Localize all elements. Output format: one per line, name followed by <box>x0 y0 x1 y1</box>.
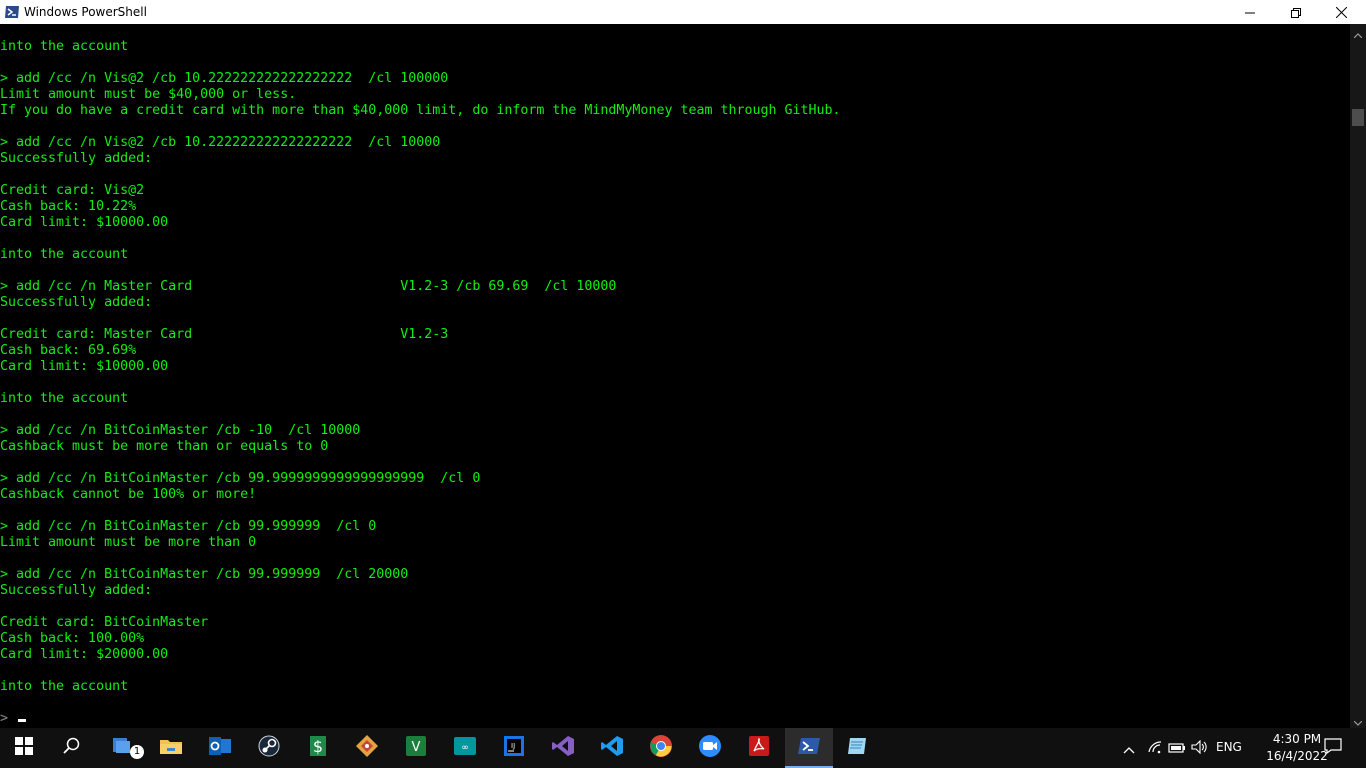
window-title: Windows PowerShell <box>24 5 147 19</box>
console-line: Credit card: Master Card V1.2-3 <box>0 327 449 342</box>
vscode-icon <box>600 734 624 762</box>
console-line: Limit amount must be $40,000 or less. <box>0 87 297 102</box>
console-line: > add /cc /n Vis@2 /cb 10.22222222222222… <box>0 135 441 150</box>
console-line: Card limit: $10000.00 <box>0 215 169 230</box>
chrome-button[interactable] <box>637 728 685 768</box>
steam-icon <box>258 735 280 761</box>
finance-app-button[interactable]: $ <box>294 728 342 768</box>
steam-button[interactable] <box>245 728 293 768</box>
vertical-scrollbar[interactable] <box>1350 24 1366 728</box>
console-line: Successfully added: <box>0 583 153 598</box>
wifi-icon <box>1147 739 1163 758</box>
console-line: > add /cc /n Vis@2 /cb 10.22222222222222… <box>0 71 449 86</box>
console-line: into the account <box>0 247 129 262</box>
notification-icon <box>1324 738 1342 758</box>
speaker-icon <box>1191 739 1209 758</box>
green-app-icon: V <box>405 735 427 761</box>
console-output[interactable]: into the account > add /cc /n Vis@2 /cb … <box>0 24 1350 728</box>
visual-studio-button[interactable] <box>539 728 587 768</box>
zoom-button[interactable] <box>686 728 734 768</box>
close-icon <box>1335 3 1347 22</box>
scrollbar-thumb[interactable] <box>1352 109 1364 126</box>
vscode-button[interactable] <box>588 728 636 768</box>
acrobat-icon <box>748 735 770 761</box>
console-line: Successfully added: <box>0 295 153 310</box>
console-line: into the account <box>0 391 129 406</box>
notifications-button[interactable] <box>1320 728 1346 768</box>
outlook-button[interactable] <box>196 728 244 768</box>
prompt-symbol: > <box>0 711 9 726</box>
arduino-icon: ∞ <box>453 735 477 761</box>
start-button[interactable] <box>0 728 48 768</box>
console-line: Card limit: $10000.00 <box>0 359 169 374</box>
acrobat-button[interactable] <box>735 728 783 768</box>
prompt-line[interactable]: > <box>0 711 27 727</box>
green-app-button[interactable]: V <box>392 728 440 768</box>
console-line: Successfully added: <box>0 151 153 166</box>
outlook-icon <box>208 735 232 761</box>
chevron-up-icon <box>1123 739 1135 758</box>
windows-logo-icon <box>15 737 33 759</box>
battery-button[interactable] <box>1166 728 1188 768</box>
console-line: Credit card: BitCoinMaster <box>0 615 209 630</box>
title-bar: Windows PowerShell <box>0 0 1366 24</box>
console-line: Limit amount must be more than 0 <box>0 535 257 550</box>
console-line: Cashback cannot be 100% or more! <box>0 487 257 502</box>
console-line: > add /cc /n BitCoinMaster /cb 99.999999… <box>0 519 377 534</box>
task-view-badge: 1 <box>130 745 144 759</box>
scroll-down-button[interactable] <box>1350 712 1366 728</box>
minimize-icon <box>1245 3 1255 22</box>
chevron-down-icon <box>1353 711 1363 730</box>
notepad-button[interactable] <box>833 728 881 768</box>
dollar-app-icon: $ <box>307 734 329 762</box>
git-app-button[interactable] <box>343 728 391 768</box>
network-button[interactable] <box>1144 728 1166 768</box>
search-button[interactable] <box>48 728 96 768</box>
git-diamond-icon <box>355 734 379 762</box>
battery-icon <box>1168 739 1186 758</box>
console-line: > add /cc /n Master Card V1.2-3 /cb 69.6… <box>0 279 617 294</box>
console-line: Cashback must be more than or equals to … <box>0 439 329 454</box>
notepad-icon <box>846 735 868 761</box>
zoom-icon <box>698 734 722 762</box>
console-line: into the account <box>0 679 129 694</box>
svg-text:∞: ∞ <box>461 743 469 753</box>
visual-studio-icon <box>551 734 575 762</box>
console-line: > add /cc /n BitCoinMaster /cb 99.999999… <box>0 567 409 582</box>
console-line: If you do have a credit card with more t… <box>0 103 841 118</box>
search-icon <box>63 737 81 759</box>
text-cursor <box>18 719 27 722</box>
language-indicator[interactable]: ENG <box>1216 740 1242 754</box>
console-line: into the account <box>0 39 129 54</box>
restore-button[interactable] <box>1273 0 1319 24</box>
close-button[interactable] <box>1318 0 1364 24</box>
svg-text:V: V <box>412 740 421 755</box>
console-line: > add /cc /n BitCoinMaster /cb 99.999999… <box>0 471 481 486</box>
minimize-button[interactable] <box>1227 0 1273 24</box>
scroll-up-button[interactable] <box>1350 24 1366 40</box>
intellij-button[interactable]: IJ <box>490 728 538 768</box>
console-line: Cash back: 69.69% <box>0 343 137 358</box>
folder-icon <box>159 736 183 760</box>
svg-text:$: $ <box>313 737 323 756</box>
show-hidden-icons-button[interactable] <box>1117 728 1141 768</box>
console-line: Card limit: $20000.00 <box>0 647 169 662</box>
volume-button[interactable] <box>1188 728 1212 768</box>
restore-icon <box>1291 3 1301 22</box>
file-explorer-button[interactable] <box>147 728 195 768</box>
console-line: > add /cc /n BitCoinMaster /cb -10 /cl 1… <box>0 423 361 438</box>
chrome-icon <box>649 734 673 762</box>
taskbar: $ V ∞ IJ ENG 4:30 PM 16/4/2022 <box>0 728 1366 768</box>
powershell-icon <box>4 4 20 20</box>
console-line: Cash back: 10.22% <box>0 199 137 214</box>
svg-text:IJ: IJ <box>511 742 515 750</box>
intellij-icon: IJ <box>503 735 525 761</box>
powershell-taskbar-button[interactable] <box>785 728 833 768</box>
console-line: Cash back: 100.00% <box>0 631 145 646</box>
chevron-up-icon <box>1353 23 1363 42</box>
powershell-icon <box>797 736 821 760</box>
arduino-button[interactable]: ∞ <box>441 728 489 768</box>
console-line: Credit card: Vis@2 <box>0 183 145 198</box>
